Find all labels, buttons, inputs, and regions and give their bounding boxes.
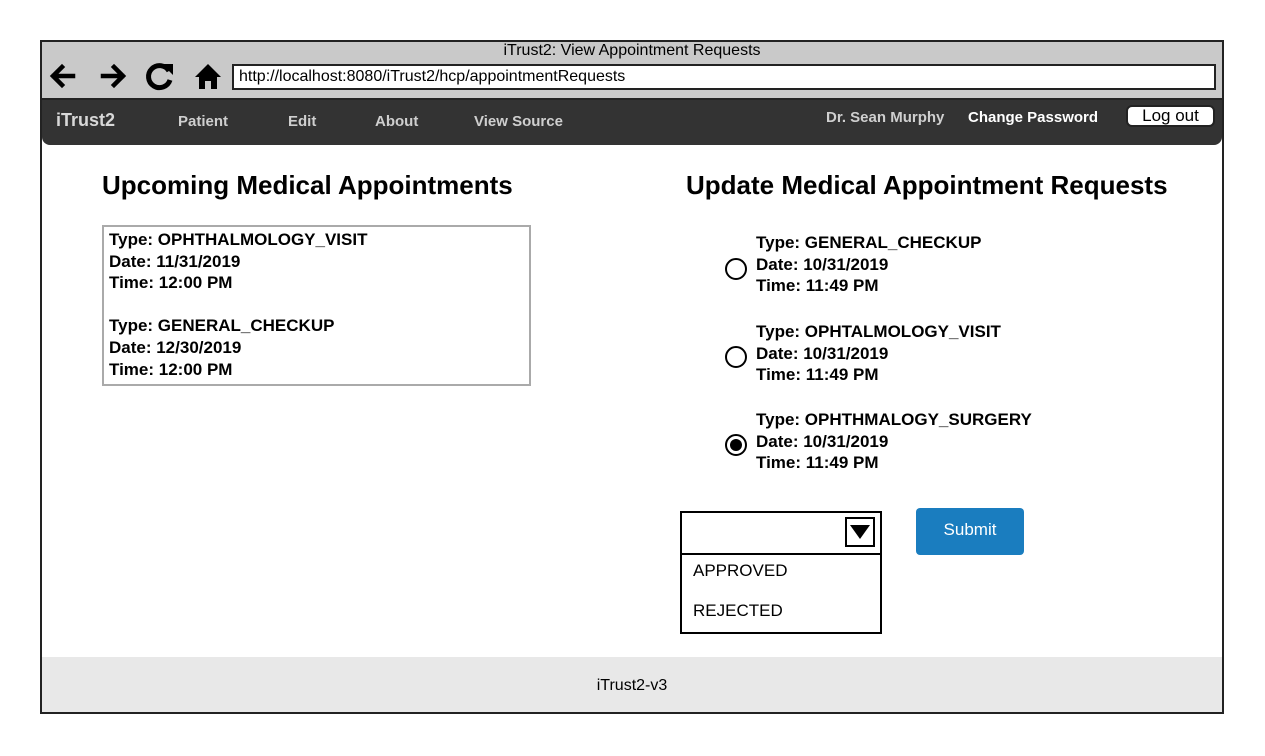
user-name: Dr. Sean Murphy: [826, 109, 945, 126]
option-rejected[interactable]: REJECTED: [693, 601, 783, 621]
request-time: Time: 11:49 PM: [756, 276, 879, 296]
radio-selected-dot: [730, 439, 742, 451]
submit-button[interactable]: Submit: [916, 508, 1024, 555]
browser-chrome: iTrust2: View Appointment Requests http:…: [42, 42, 1222, 100]
dropdown-arrow-icon[interactable]: [845, 517, 875, 547]
appointment-date: Date: 11/31/2019: [109, 251, 241, 271]
footer: iTrust2-v3: [42, 657, 1222, 712]
request-time: Time: 11:49 PM: [756, 365, 879, 385]
change-password-link[interactable]: Change Password: [968, 109, 1098, 126]
brand-logo[interactable]: iTrust2: [56, 110, 115, 131]
logout-button[interactable]: Log out: [1126, 105, 1215, 127]
back-arrow-icon[interactable]: [46, 60, 78, 92]
appointment-date: Date: 12/30/2019: [109, 337, 242, 357]
request-item: Type: GENERAL_CHECKUP Date: 10/31/2019 T…: [756, 232, 981, 297]
request-date: Date: 10/31/2019: [756, 343, 889, 363]
footer-text: iTrust2-v3: [596, 677, 668, 694]
window-title: iTrust2: View Appointment Requests: [503, 42, 761, 59]
request-radio-3[interactable]: [725, 434, 747, 456]
nav-about[interactable]: About: [375, 113, 418, 130]
request-type: Type: OPHTHMALOGY_SURGERY: [756, 410, 1032, 429]
appointment-item: Type: GENERAL_CHECKUP Date: 12/30/2019 T…: [109, 315, 529, 380]
request-date: Date: 10/31/2019: [756, 431, 889, 451]
requests-heading: Update Medical Appointment Requests: [686, 170, 1168, 200]
request-radio-2[interactable]: [725, 346, 747, 368]
request-date: Date: 10/31/2019: [756, 254, 889, 274]
nav-patient[interactable]: Patient: [178, 113, 228, 130]
url-bar[interactable]: http://localhost:8080/iTrust2/hcp/appoin…: [232, 64, 1216, 90]
upcoming-appointments-list: Type: OPHTHALMOLOGY_VISIT Date: 11/31/20…: [102, 225, 531, 386]
appointment-item: Type: OPHTHALMOLOGY_VISIT Date: 11/31/20…: [109, 229, 529, 294]
request-radio-1[interactable]: [725, 258, 747, 280]
request-item: Type: OPHTALMOLOGY_VISIT Date: 10/31/201…: [756, 321, 1001, 386]
nav-view-source[interactable]: View Source: [474, 113, 563, 130]
forward-arrow-icon[interactable]: [98, 60, 130, 92]
nav-edit[interactable]: Edit: [288, 113, 316, 130]
option-approved[interactable]: APPROVED: [693, 561, 787, 581]
status-dropdown[interactable]: APPROVED REJECTED: [680, 511, 882, 634]
appointment-type: Type: OPHTHALMOLOGY_VISIT: [109, 230, 368, 249]
navbar: iTrust2 Patient Edit About View Source D…: [42, 100, 1222, 145]
request-type: Type: OPHTALMOLOGY_VISIT: [756, 322, 1001, 341]
reload-icon[interactable]: [144, 60, 176, 92]
request-item: Type: OPHTHMALOGY_SURGERY Date: 10/31/20…: [756, 409, 1032, 474]
home-icon[interactable]: [192, 60, 224, 92]
request-type: Type: GENERAL_CHECKUP: [756, 233, 982, 252]
upcoming-heading: Upcoming Medical Appointments: [102, 170, 513, 200]
browser-window: iTrust2: View Appointment Requests http:…: [40, 40, 1224, 714]
appointment-time: Time: 12:00 PM: [109, 273, 233, 293]
appointment-type: Type: GENERAL_CHECKUP: [109, 316, 335, 336]
appointment-time: Time: 12:00 PM: [109, 359, 233, 379]
request-time: Time: 11:49 PM: [756, 453, 879, 473]
